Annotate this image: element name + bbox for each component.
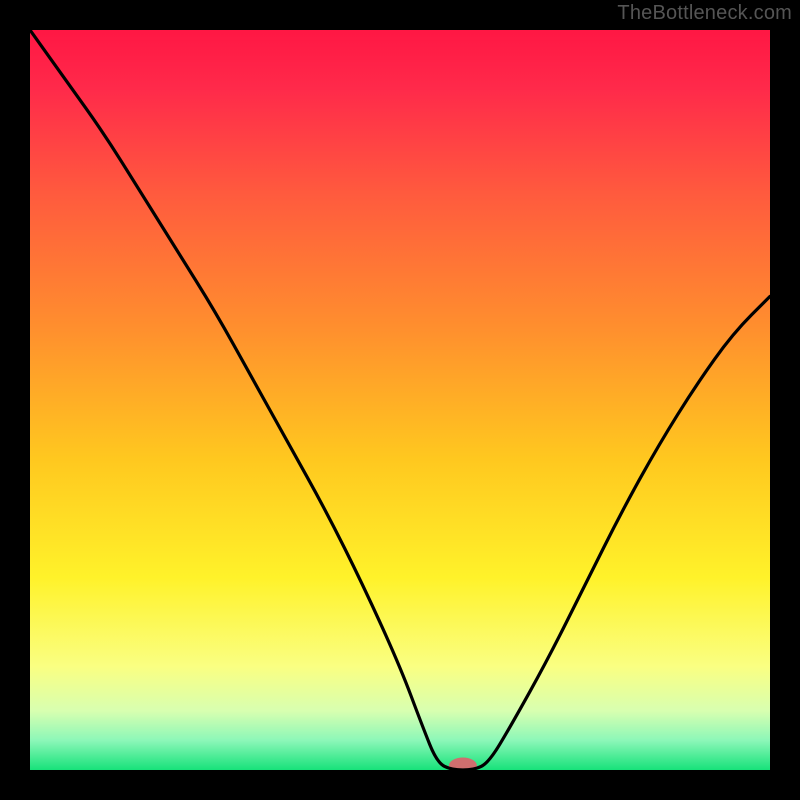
gradient-background xyxy=(30,30,770,770)
watermark-text: TheBottleneck.com xyxy=(617,2,792,25)
plot-area xyxy=(30,30,770,774)
bottleneck-chart xyxy=(0,0,800,800)
chart-container: TheBottleneck.com xyxy=(0,0,800,800)
